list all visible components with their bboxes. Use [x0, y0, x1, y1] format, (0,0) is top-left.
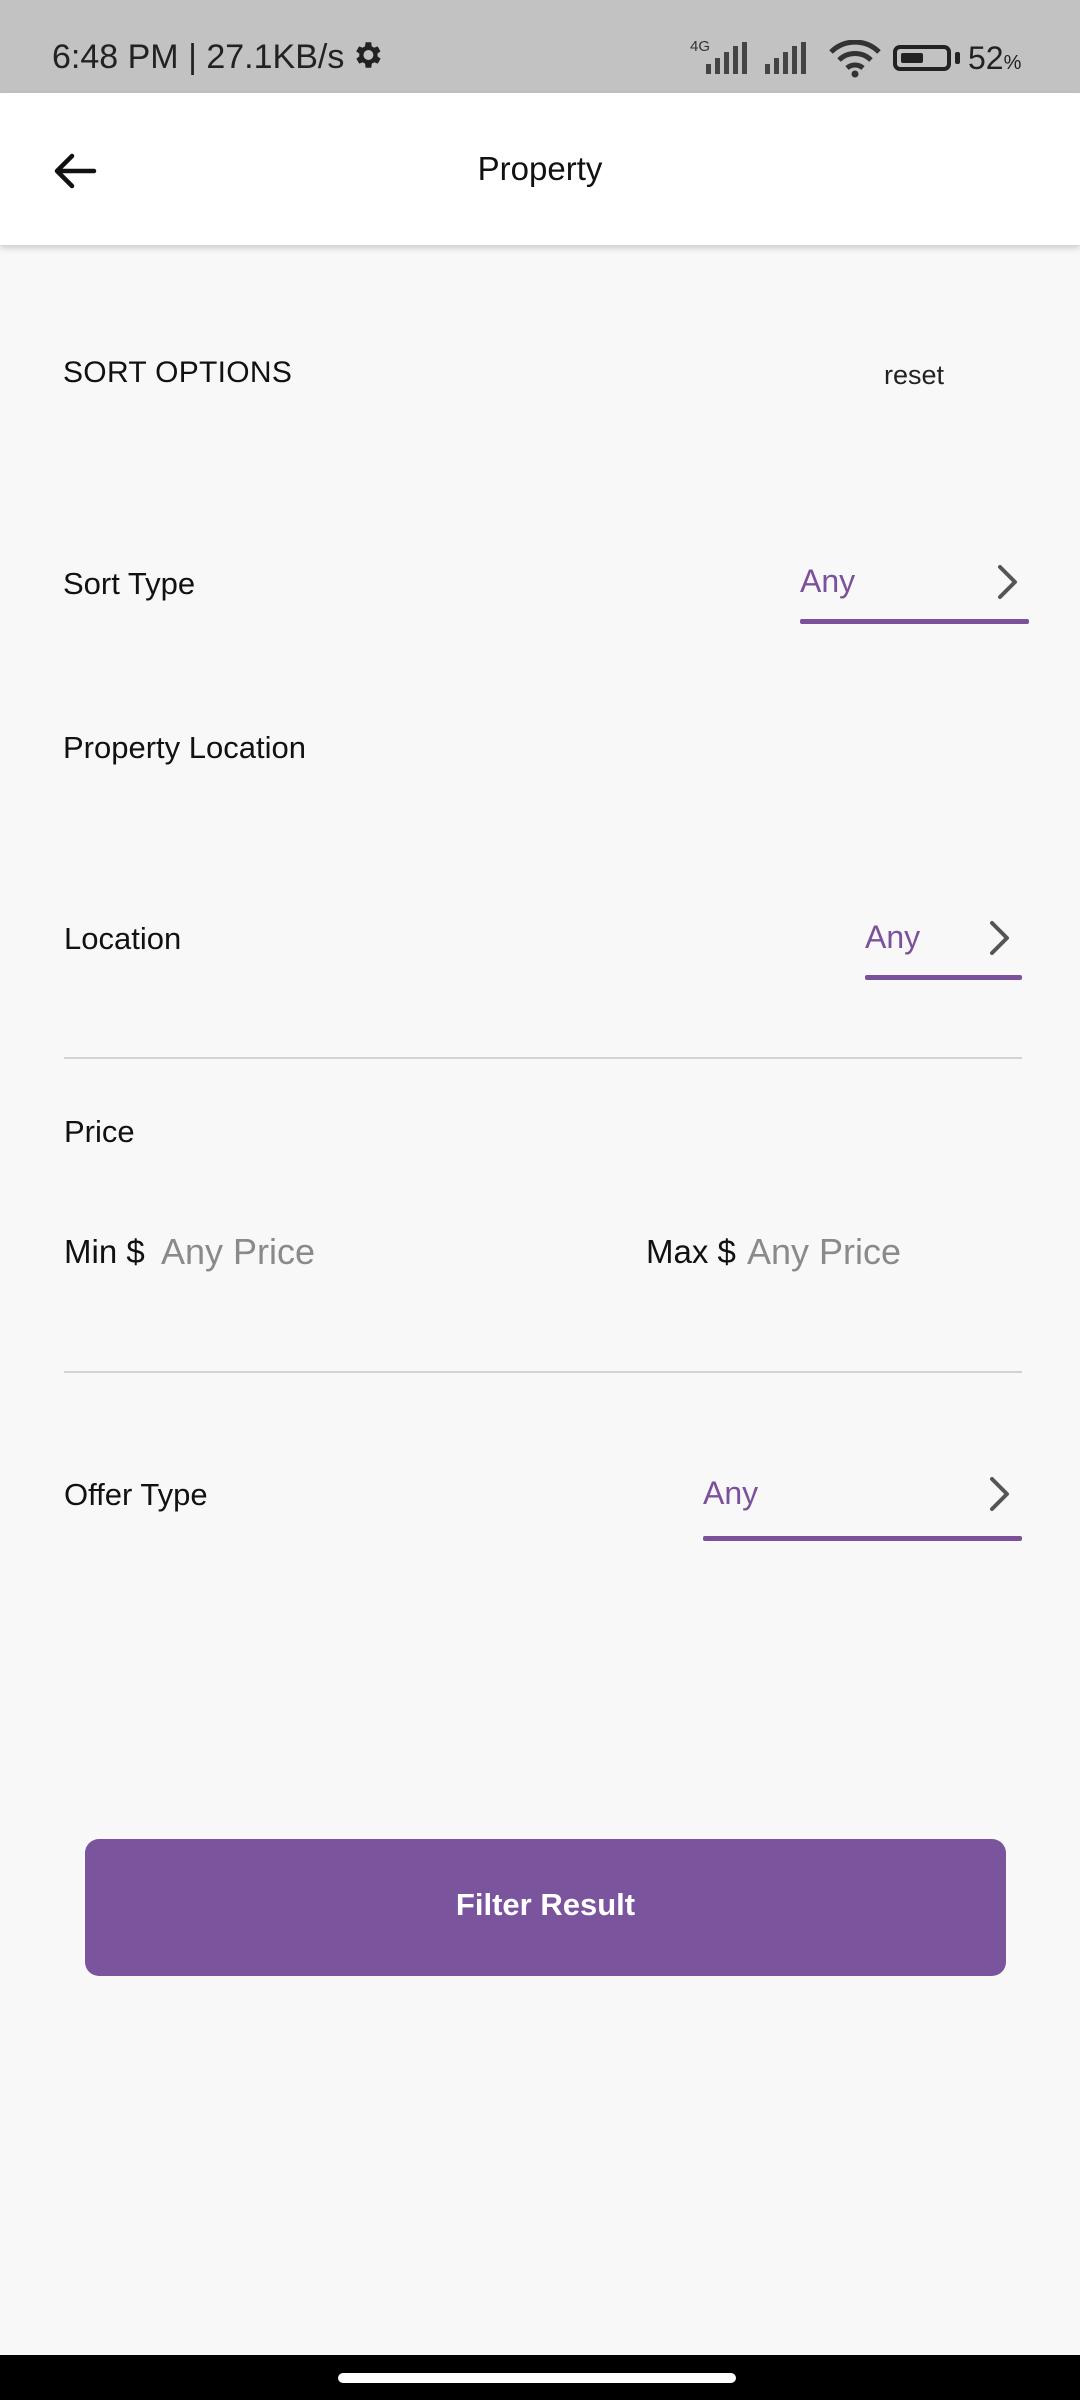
battery-unit: %: [1003, 52, 1022, 74]
chevron-right-icon: [990, 921, 1009, 955]
offer-type-label: Offer Type: [64, 1477, 208, 1512]
battery-percentage: 52%: [968, 40, 1021, 77]
sort-type-value: Any: [800, 563, 856, 599]
page-title: Property: [477, 150, 603, 187]
offer-type-selector[interactable]: Any: [703, 1460, 1022, 1541]
signal-icon: [706, 42, 747, 74]
battery-tip: [955, 52, 960, 64]
battery-value: 52: [968, 40, 1004, 76]
divider: [64, 1371, 1022, 1373]
sort-options-heading: SORT OPTIONS: [63, 356, 293, 389]
status-time-speed: 6:48 PM | 27.1KB/s: [52, 38, 345, 76]
settings-icon: [356, 42, 381, 68]
chevron-right-icon: [998, 565, 1017, 599]
home-indicator[interactable]: [338, 2373, 736, 2383]
location-label: Location: [64, 921, 182, 956]
location-underline: [865, 975, 1022, 980]
filter-result-label: Filter Result: [455, 1887, 636, 1922]
location-value: Any: [865, 919, 921, 955]
min-price-input[interactable]: Any Price: [161, 1231, 315, 1273]
wifi-icon: [829, 40, 881, 78]
divider: [64, 1057, 1022, 1059]
offer-type-value: Any: [703, 1475, 759, 1511]
battery-level: [901, 53, 923, 63]
reset-button[interactable]: reset: [884, 360, 944, 391]
max-price-label: Max $: [646, 1233, 736, 1270]
chevron-right-icon: [990, 1477, 1009, 1511]
location-selector[interactable]: Any: [865, 904, 1022, 984]
min-price-label: Min $: [64, 1233, 145, 1270]
price-heading: Price: [64, 1114, 135, 1149]
signal-icon-secondary: [765, 42, 806, 74]
sort-type-selector[interactable]: Any: [800, 548, 1029, 628]
filter-result-button[interactable]: Filter Result: [85, 1839, 1006, 1976]
property-location-heading: Property Location: [63, 730, 306, 765]
sort-type-label: Sort Type: [63, 566, 196, 601]
sort-type-underline: [800, 619, 1029, 624]
battery-icon: [893, 45, 951, 71]
max-price-input[interactable]: Any Price: [747, 1231, 901, 1273]
offer-type-underline: [703, 1536, 1022, 1541]
